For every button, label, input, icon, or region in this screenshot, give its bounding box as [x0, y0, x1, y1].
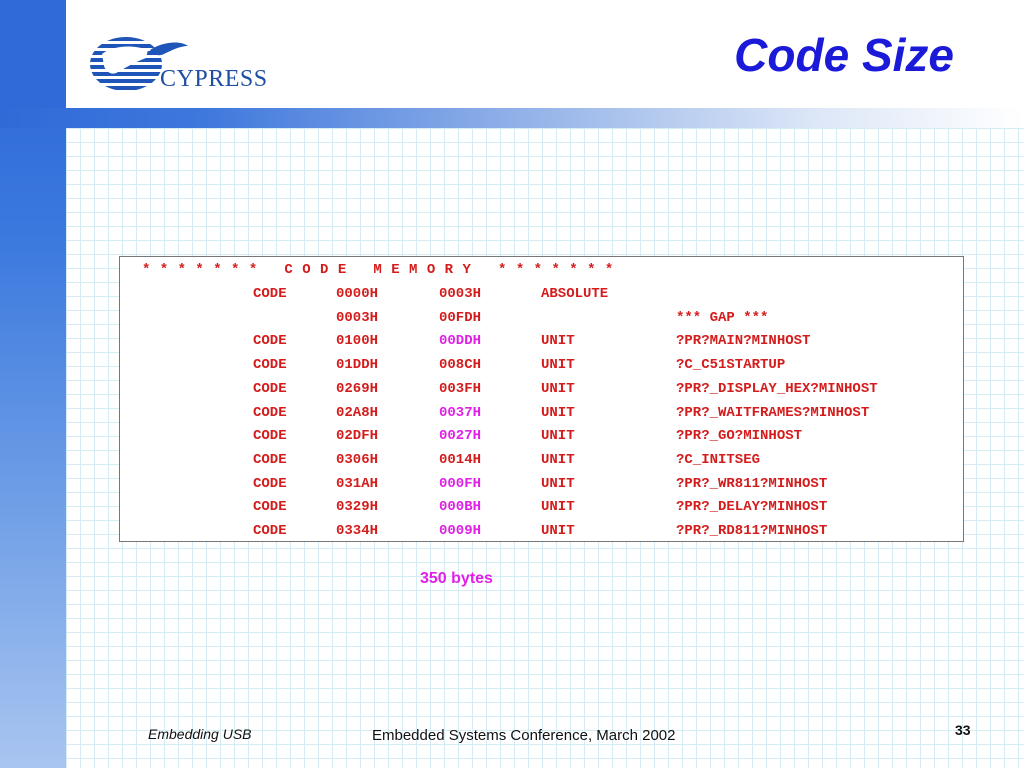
segment-name: *** GAP *** [676, 309, 769, 326]
relocation-type: UNIT [541, 333, 575, 350]
segment-length: 000BH [439, 499, 482, 516]
segment-name: ?C_INITSEG [676, 451, 761, 468]
memory-row: CODE 0306H 0014H UNIT ?C_INITSEG [120, 449, 963, 471]
memory-row: CODE 01DDH 008CH UNIT ?C_C51STARTUP [120, 354, 963, 376]
segment-length: 0014H [439, 451, 482, 468]
total-size-label: 350 bytes [420, 570, 493, 587]
segment-length: 0037H [439, 404, 482, 421]
relocation-type: ABSOLUTE [541, 286, 609, 302]
relocation-type: UNIT [541, 523, 575, 539]
memory-row: CODE 031AH 000FH UNIT ?PR?_WR811?MINHOST [120, 473, 963, 495]
segment-name: ?PR?_RD811?MINHOST [676, 523, 828, 539]
base-address: 0334H [336, 523, 379, 539]
left-accent-top-block [0, 0, 66, 108]
relocation-type: UNIT [541, 357, 575, 374]
segment-name: ?PR?_DISPLAY_HEX?MINHOST [676, 380, 878, 397]
base-address: 0306H [336, 451, 379, 468]
base-address: 031AH [336, 475, 379, 492]
segment-length: 008CH [439, 357, 482, 374]
footer-course-title: Embedding USB [148, 726, 252, 742]
base-address: 0000H [336, 286, 379, 302]
relocation-type: UNIT [541, 380, 575, 397]
memory-row: CODE 0334H 0009H UNIT ?PR?_RD811?MINHOST [120, 520, 963, 542]
memory-row: CODE 0100H 00DDH UNIT ?PR?MAIN?MINHOST [120, 330, 963, 352]
segment-type: CODE [253, 499, 287, 516]
memory-row: CODE 0329H 000BH UNIT ?PR?_DELAY?MINHOST [120, 496, 963, 518]
segment-length: 0009H [439, 523, 482, 539]
base-address: 0100H [336, 333, 379, 350]
header-gradient-band [0, 108, 1024, 128]
segment-length: 003FH [439, 380, 482, 397]
segment-type: CODE [253, 333, 287, 350]
segment-length: 00DDH [439, 333, 482, 350]
memory-row: CODE 0269H 003FH UNIT ?PR?_DISPLAY_HEX?MINHO… [120, 378, 963, 400]
relocation-type: UNIT [541, 428, 575, 445]
segment-name: ?PR?_WR811?MINHOST [676, 475, 828, 492]
segment-type: CODE [253, 523, 287, 539]
segment-type: CODE [253, 357, 287, 374]
segment-type: CODE [253, 380, 287, 397]
base-address: 0269H [336, 380, 379, 397]
segment-type: CODE [253, 428, 287, 445]
base-address: 0329H [336, 499, 379, 516]
segment-length: 00FDH [439, 309, 482, 326]
segment-length: 0027H [439, 428, 482, 445]
segment-name: ?C_C51STARTUP [676, 357, 786, 374]
code-memory-header: * * * * * * * C O D E M E M O R Y * * * … [142, 262, 614, 278]
memory-row: 0003H 00FDH *** GAP *** [120, 307, 963, 329]
segment-name: ?PR?_WAITFRAMES?MINHOST [676, 404, 870, 421]
segment-length: 0003H [439, 286, 482, 302]
segment-name: ?PR?MAIN?MINHOST [676, 333, 811, 350]
base-address: 0003H [336, 309, 379, 326]
memory-row: CODE 02A8H 0037H UNIT ?PR?_WAITFRAMES?MINHOS… [120, 402, 963, 424]
relocation-type: UNIT [541, 451, 575, 468]
segment-type: CODE [253, 451, 287, 468]
base-address: 02A8H [336, 404, 379, 421]
slide-title: Code Size [734, 29, 954, 81]
footer-conference: Embedded Systems Conference, March 2002 [372, 727, 676, 744]
memory-row: CODE 0000H 0003H ABSOLUTE [120, 283, 963, 305]
segment-length: 000FH [439, 475, 482, 492]
memory-row: CODE 02DFH 0027H UNIT ?PR?_GO?MINHOST [120, 425, 963, 447]
base-address: 01DDH [336, 357, 379, 374]
relocation-type: UNIT [541, 475, 575, 492]
segment-name: ?PR?_GO?MINHOST [676, 428, 803, 445]
segment-type: CODE [253, 475, 287, 492]
relocation-type: UNIT [541, 404, 575, 421]
segment-name: ?PR?_DELAY?MINHOST [676, 499, 828, 516]
code-memory-box: * * * * * * * C O D E M E M O R Y * * * … [119, 256, 964, 542]
base-address: 02DFH [336, 428, 379, 445]
segment-type: CODE [253, 404, 287, 421]
relocation-type: UNIT [541, 499, 575, 516]
segment-type: CODE [253, 286, 287, 302]
logo-wordmark: CYPRESS [160, 66, 268, 92]
page-number: 33 [955, 722, 971, 738]
